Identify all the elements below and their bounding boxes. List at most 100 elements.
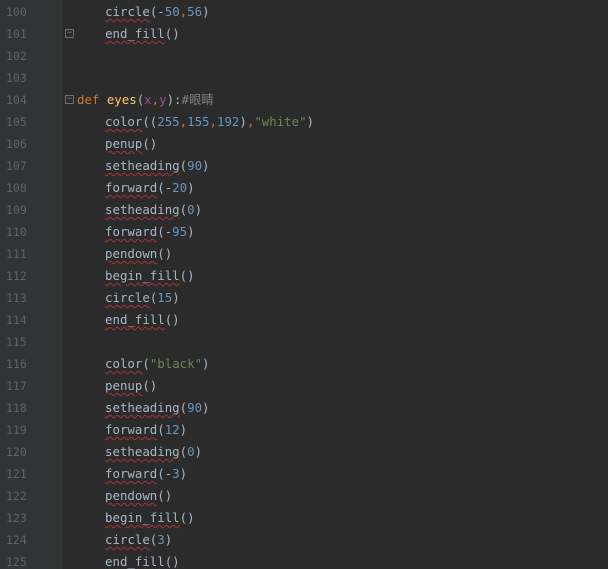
code-token: circle (105, 532, 150, 547)
code-token: setheading (105, 444, 180, 459)
code-token: pendown (105, 488, 158, 503)
code-token: penup (105, 136, 143, 151)
code-line[interactable]: 101− end_fill() (0, 23, 608, 45)
code-token: color (105, 356, 143, 371)
fold-collapse-icon[interactable]: − (65, 95, 74, 104)
code-token: circle (105, 290, 150, 305)
code-editor[interactable]: 100 circle(-50,56) 101− end_fill() 102 103 1… (0, 0, 608, 569)
code-token: forward (105, 422, 158, 437)
code-line[interactable]: 120 setheading(0) (0, 441, 608, 463)
code-line[interactable]: 103 (0, 67, 608, 89)
code-line[interactable]: 100 circle(-50,56) (0, 1, 608, 23)
line-number: 123 (6, 511, 27, 525)
code-text: setheading(90) (75, 397, 209, 419)
code-token: (- (157, 466, 173, 481)
code-token: ) (202, 400, 210, 415)
code-text: pendown() (75, 485, 172, 507)
code-line[interactable]: 104 − def eyes(x,y):#眼睛 (0, 89, 608, 111)
code-token: , (209, 114, 217, 129)
code-line[interactable]: 111 pendown() (0, 243, 608, 265)
code-token: 255 (157, 114, 180, 129)
code-token: ) (164, 532, 173, 547)
code-token: end_fill (105, 554, 165, 569)
code-token: "white" (254, 114, 307, 129)
code-line[interactable]: 121 forward(-3) (0, 463, 608, 485)
line-number: 110 (6, 225, 27, 239)
code-text: color((255,155,192),"white") (75, 111, 314, 133)
line-number: 100 (6, 5, 27, 19)
code-text: end_fill() (75, 551, 180, 569)
code-line[interactable]: 112 begin_fill() (0, 265, 608, 287)
code-line[interactable]: 116 color("black") (0, 353, 608, 375)
line-number: 118 (6, 401, 27, 415)
code-token: (( (142, 114, 158, 129)
code-line[interactable]: 115 (0, 331, 608, 353)
line-number: 105 (6, 115, 27, 129)
code-token: 155 (187, 114, 210, 129)
code-line[interactable]: 107 setheading(90) (0, 155, 608, 177)
line-number: 117 (6, 379, 27, 393)
code-text: circle(3) (75, 529, 172, 551)
code-line[interactable]: 118 setheading(90) (0, 397, 608, 419)
code-text: forward(-20) (75, 177, 195, 199)
code-token: eyes (106, 92, 137, 107)
code-text: pendown() (75, 243, 172, 265)
code-token: 3 (172, 466, 180, 481)
code-token: () (179, 510, 195, 525)
code-token: 15 (157, 290, 173, 305)
code-token: 3 (157, 532, 165, 547)
code-token: ( (179, 158, 188, 173)
code-line[interactable]: 110 forward(-95) (0, 221, 608, 243)
code-line[interactable]: 113 circle(15) (0, 287, 608, 309)
code-line[interactable]: 106 penup() (0, 133, 608, 155)
code-line[interactable]: 114 end_fill() (0, 309, 608, 331)
code-text: setheading(90) (75, 155, 209, 177)
code-token: () (157, 488, 173, 503)
code-line[interactable]: 123 begin_fill() (0, 507, 608, 529)
code-token: setheading (105, 202, 180, 217)
code-token: ) (202, 158, 210, 173)
code-token: ) (179, 422, 188, 437)
code-token: () (142, 136, 158, 151)
code-line[interactable]: 124 circle(3) (0, 529, 608, 551)
code-token: () (157, 246, 173, 261)
code-line[interactable]: 109 setheading(0) (0, 199, 608, 221)
code-token: 56 (187, 4, 203, 19)
code-token: end_fill (105, 26, 165, 41)
code-line[interactable]: 108 forward(-20) (0, 177, 608, 199)
code-token: #眼睛 (181, 92, 214, 107)
code-line[interactable]: 125 end_fill() (0, 551, 608, 569)
code-token: x (144, 92, 152, 107)
code-text: penup() (75, 375, 157, 397)
code-token: "black" (149, 356, 203, 371)
code-token: begin_fill (105, 268, 180, 283)
code-line[interactable]: 102 (0, 45, 608, 67)
code-line[interactable]: 117 penup() (0, 375, 608, 397)
line-number: 112 (6, 269, 27, 283)
code-token: () (142, 378, 158, 393)
code-line[interactable]: 105 color((255,155,192),"white") (0, 111, 608, 133)
code-token: end_fill (105, 312, 165, 327)
code-token: forward (105, 180, 158, 195)
code-token: ) (172, 290, 180, 305)
code-token: penup (105, 378, 143, 393)
code-token: forward (105, 466, 158, 481)
code-text: circle(15) (75, 287, 180, 309)
code-token: 0 (187, 444, 195, 459)
line-number: 120 (6, 445, 27, 459)
code-line[interactable]: 122 pendown() (0, 485, 608, 507)
code-line[interactable]: 119 forward(12) (0, 419, 608, 441)
code-text: def eyes(x,y):#眼睛 (77, 89, 214, 111)
code-token: 90 (187, 158, 203, 173)
